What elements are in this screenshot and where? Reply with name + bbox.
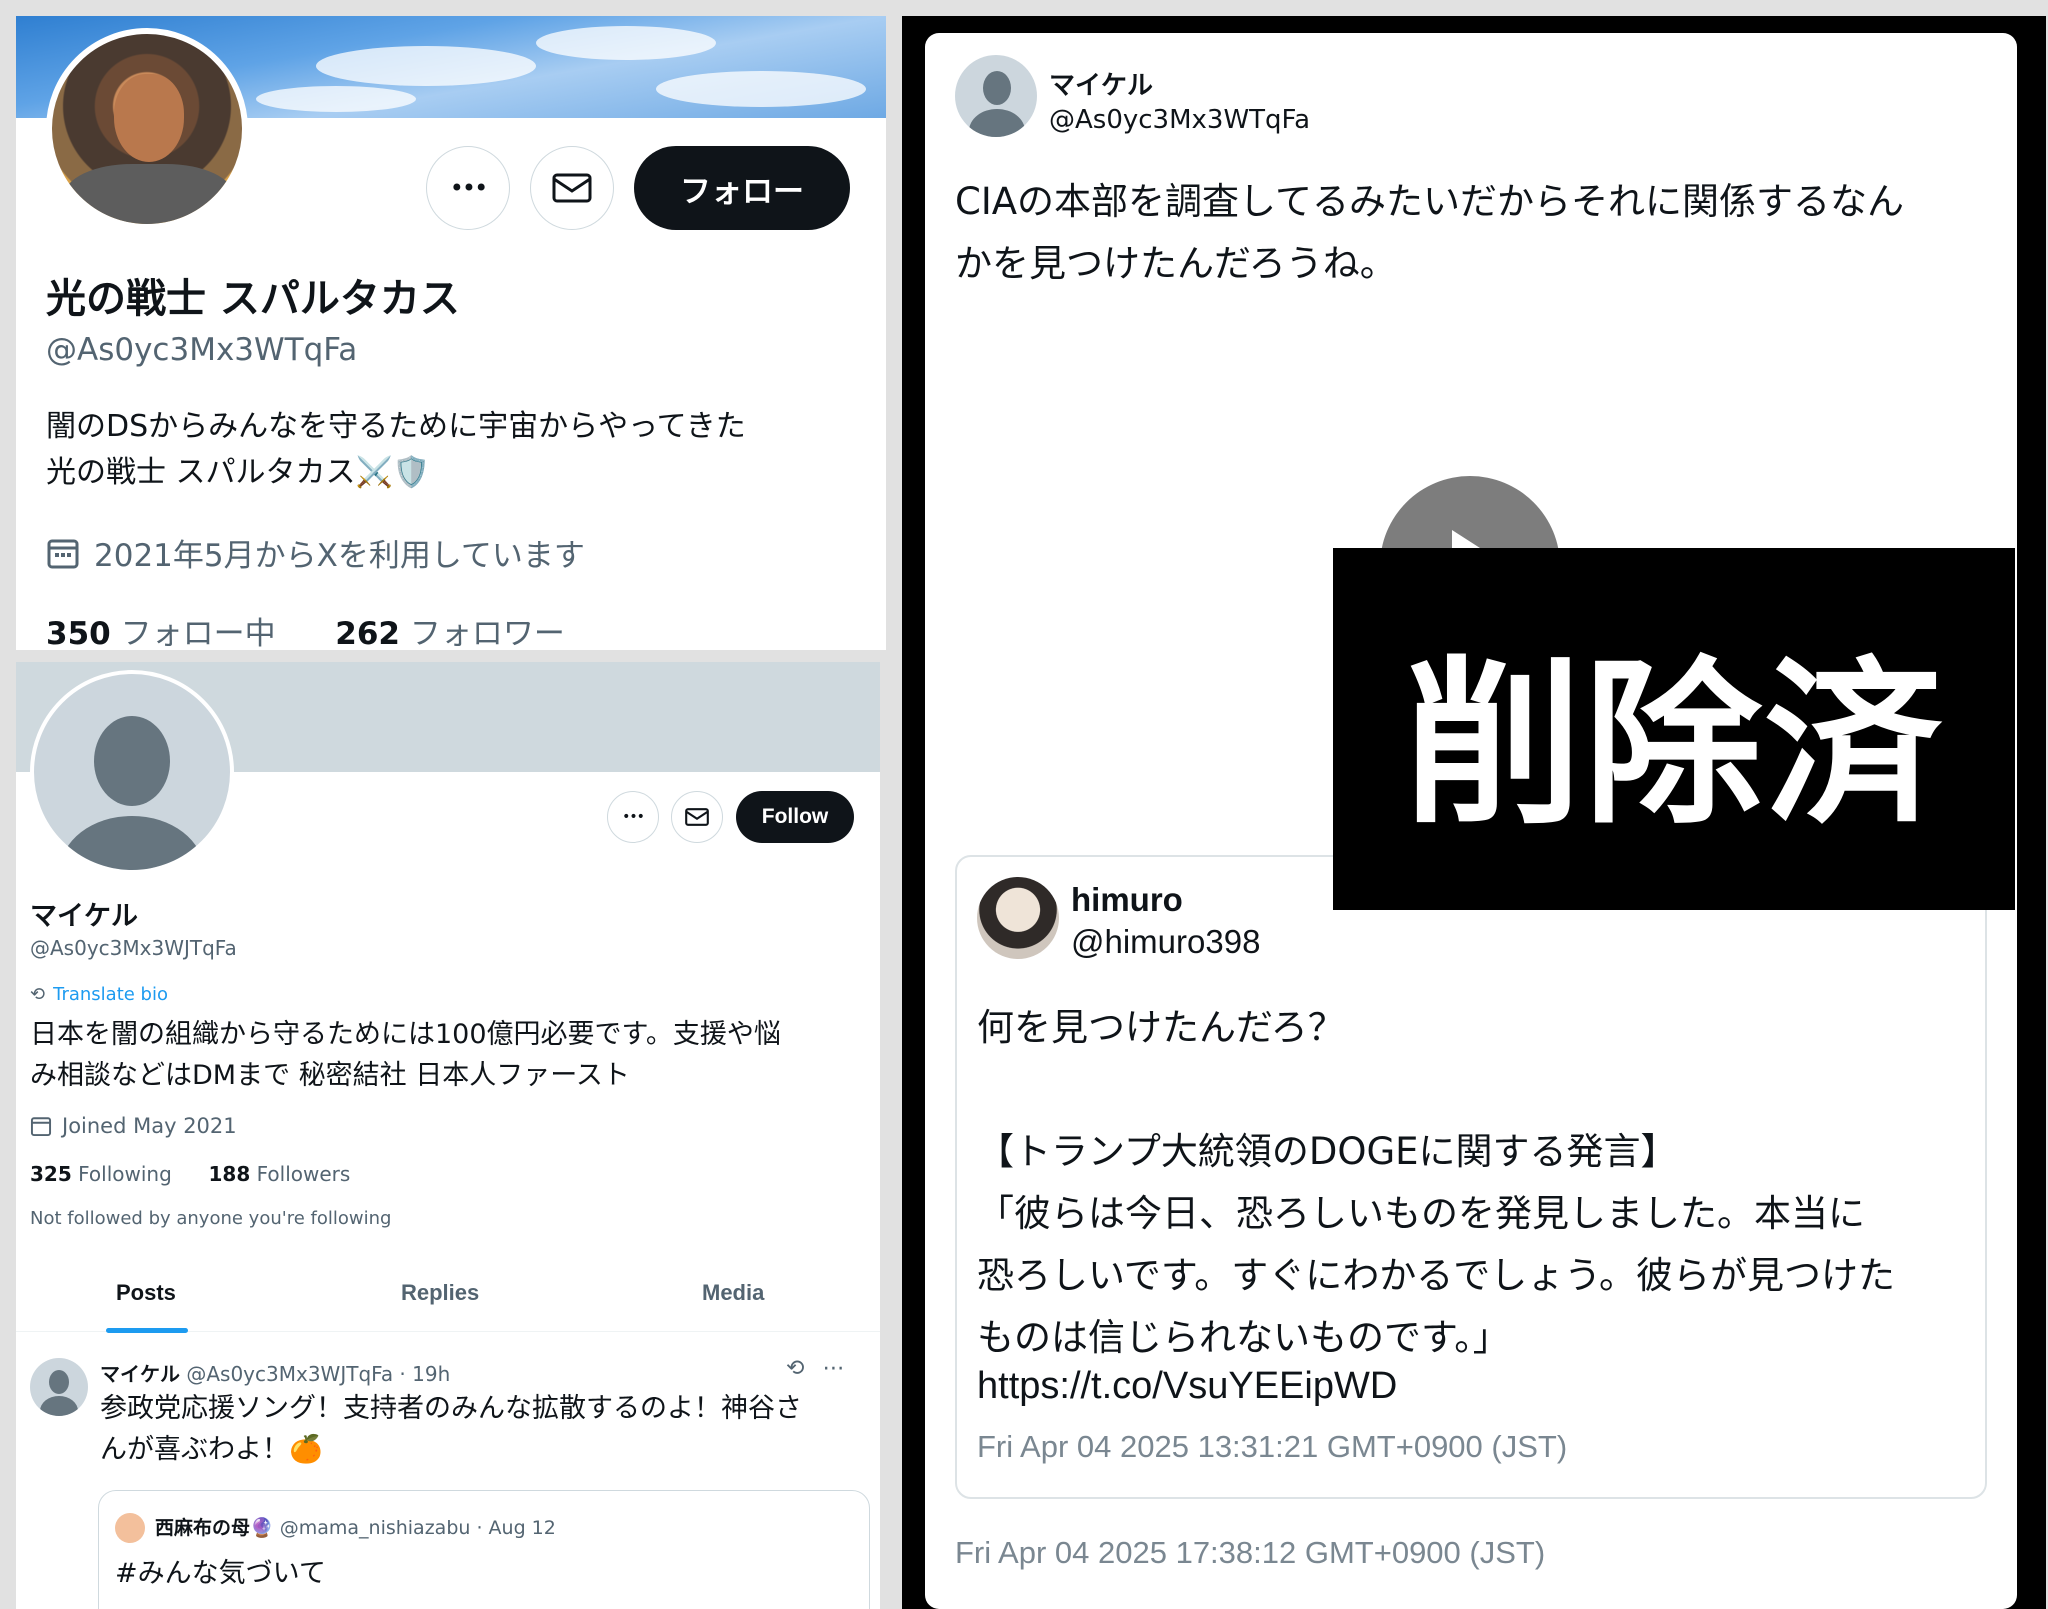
follow-stats: 350 フォロー中 262 フォロワー (46, 608, 565, 650)
message-button[interactable] (530, 146, 614, 230)
post-avatar[interactable] (30, 1358, 88, 1416)
follow-button[interactable]: フォロー (634, 146, 850, 230)
bio-line: 日本を闇の組織から守るためには100億円必要です。支援や悩 (30, 1019, 781, 1050)
profile-card-2: ••• Follow マイケル @As0yc3Mx3WJTqFa ⟲ Trans… (16, 662, 880, 1609)
quote-timestamp: Fri Apr 04 2025 13:31:21 GMT+0900 (JST) (977, 1429, 1568, 1464)
joined-text: 2021年5月からXを利用しています (94, 538, 585, 574)
tweet-line: CIAの本部を調査してるみたいだからそれに関係するなん (955, 180, 1904, 223)
following-link[interactable]: 350 フォロー中 (46, 616, 276, 650)
followers-count: 188 (208, 1162, 251, 1186)
not-followed-note: Not followed by anyone you're following (30, 1208, 392, 1229)
post-line: んが喜ぶわよ！🍊 (100, 1434, 323, 1465)
avatar[interactable] (46, 28, 248, 230)
more-button[interactable]: ••• (607, 791, 659, 843)
quoted-post[interactable]: 西麻布の母🔮 @mama_nishiazabu · Aug 12 #みんな気づい… (98, 1490, 870, 1609)
follow-button[interactable]: Follow (736, 791, 854, 843)
followers-label: フォロワー (409, 616, 565, 650)
quote-author: himuro (1071, 881, 1183, 918)
translate-bio-link[interactable]: ⟲ Translate bio (30, 984, 168, 1005)
user-handle: @As0yc3Mx3WTqFa (46, 332, 358, 368)
joined-date: 2021年5月からXを利用しています (46, 530, 585, 575)
user-handle: @As0yc3Mx3WTqFa (1049, 105, 1311, 135)
follow-stats: 325 Following 188 Followers (30, 1162, 350, 1186)
following-count: 350 (46, 616, 111, 650)
bio-line: 闇のDSからみんなを守るために宇宙からやってきた (46, 409, 746, 444)
more-icon: ••• (622, 809, 645, 825)
display-name: 光の戦士 スパルタカス (46, 276, 460, 322)
followers-link[interactable]: 262 フォロワー (335, 616, 565, 650)
quote-handle: @himuro398 (1071, 923, 1261, 960)
joined-date: Joined May 2021 (30, 1114, 237, 1138)
quote-avatar (977, 877, 1059, 959)
profile-card-1: ••• フォロー 光の戦士 スパルタカス @As0yc3Mx3WTqFa 闇のD… (16, 16, 886, 650)
quote-author: 西麻布の母🔮 (155, 1517, 274, 1539)
tab-media[interactable]: Media (702, 1280, 764, 1306)
followers-link[interactable]: 188 Followers (209, 1162, 351, 1186)
quote-avatar (115, 1513, 145, 1543)
followers-count: 262 (335, 616, 401, 650)
translate-label: Translate bio (53, 984, 168, 1005)
active-tab-indicator (106, 1328, 188, 1333)
bio-line: み相談などはDMまで 秘密結社 日本人ファースト (30, 1060, 630, 1091)
translate-icon: ⟲ (30, 984, 46, 1005)
profile-tabs: Posts Replies Media (16, 1262, 880, 1332)
deleted-stamp: 削除済 (1333, 548, 2015, 910)
following-link[interactable]: 325 Following (30, 1162, 172, 1186)
post-line: 参政党応援ソング！支持者のみんな拡散するのよ！神谷さ (100, 1393, 802, 1424)
mail-icon (552, 173, 592, 203)
following-label: Following (78, 1162, 172, 1186)
mail-icon (685, 808, 709, 826)
post-actions: ⟲ ⋯ (786, 1356, 844, 1381)
message-button[interactable] (671, 791, 723, 843)
post-meta: @As0yc3Mx3WJTqFa · 19h (186, 1362, 451, 1386)
more-icon[interactable]: ⋯ (822, 1356, 844, 1381)
more-button[interactable]: ••• (426, 146, 510, 230)
bio: 日本を闇の組織から守るためには100億円必要です。支援や悩 み相談などはDMまで… (30, 1014, 860, 1096)
user-handle: @As0yc3Mx3WJTqFa (30, 936, 237, 960)
avatar[interactable] (955, 55, 1037, 137)
followers-label: Followers (256, 1162, 351, 1186)
joined-text: Joined May 2021 (62, 1114, 237, 1138)
display-name: マイケル (1049, 71, 1154, 101)
display-name: マイケル (30, 901, 138, 932)
tab-posts[interactable]: Posts (116, 1280, 176, 1306)
tweet-timestamp: Fri Apr 04 2025 17:38:12 GMT+0900 (JST) (955, 1535, 1546, 1570)
avatar[interactable] (30, 670, 234, 874)
translate-icon[interactable]: ⟲ (786, 1356, 804, 1381)
calendar-icon (30, 1117, 52, 1137)
quote-meta: @mama_nishiazabu · Aug 12 (279, 1517, 556, 1539)
bio: 闇のDSからみんなを守るために宇宙からやってきた 光の戦士 スパルタカス⚔️🛡️ (46, 404, 866, 496)
quote-link[interactable]: https://t.co/VsuYEEipWD (977, 1365, 1397, 1408)
post-text: 参政党応援ソング！支持者のみんな拡散するのよ！神谷さ んが喜ぶわよ！🍊 (100, 1388, 870, 1470)
calendar-icon (47, 539, 79, 568)
tab-replies[interactable]: Replies (401, 1280, 479, 1306)
quote-text: #みんな気づいて (115, 1558, 326, 1589)
quote-text: 何を見つけたんだろ？ 【トランプ大統領のDOGEに関する発言】 「彼らは今日、恐… (977, 1006, 1895, 1359)
tweet-text: CIAの本部を調査してるみたいだからそれに関係するなん かを見つけたんだろうね。 (955, 171, 1985, 295)
quoted-tweet[interactable]: himuro @himuro398 何を見つけたんだろ？ 【トランプ大統領のDO… (955, 855, 1987, 1499)
bio-line: 光の戦士 スパルタカス⚔️🛡️ (46, 455, 431, 490)
post-header: マイケル @As0yc3Mx3WJTqFa · 19h (100, 1358, 450, 1387)
more-icon: ••• (449, 174, 488, 202)
quote-header: 西麻布の母🔮 @mama_nishiazabu · Aug 12 (155, 1513, 556, 1540)
following-label: フォロー中 (120, 616, 276, 650)
post-author[interactable]: マイケル (100, 1362, 180, 1386)
tweet-line: かを見つけたんだろうね。 (955, 242, 1397, 285)
following-count: 325 (30, 1162, 72, 1186)
